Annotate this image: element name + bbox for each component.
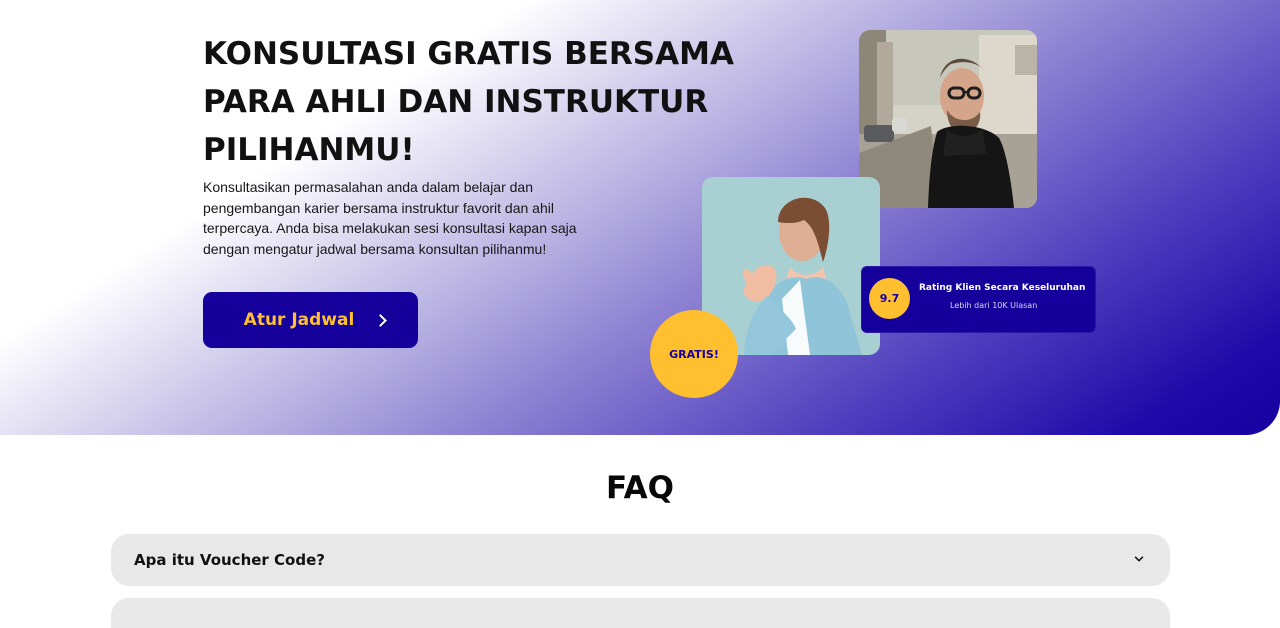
faq-item-voucher-code[interactable]: Apa itu Voucher Code? [111, 534, 1170, 586]
faq-question: Apa itu Voucher Code? [134, 551, 325, 569]
schedule-button[interactable]: Atur Jadwal [203, 292, 418, 348]
hero-section: KONSULTASI GRATIS BERSAMA PARA AHLI DAN … [0, 0, 1280, 435]
faq-title: FAQ [606, 470, 674, 506]
rating-title: Rating Klien Secara Keseluruhan [919, 283, 1086, 293]
chevron-down-icon [1134, 554, 1144, 564]
instructor-photo-image [859, 30, 1037, 208]
rating-card: 9.7 Rating Klien Secara Keseluruhan Lebi… [861, 266, 1096, 333]
instructor-photo [859, 30, 1037, 208]
free-badge: GRATIS! [650, 310, 738, 398]
hero-description: Konsultasikan permasalahan anda dalam be… [203, 179, 577, 257]
schedule-button-label: Atur Jadwal [243, 310, 355, 330]
hero-title: KONSULTASI GRATIS BERSAMA PARA AHLI DAN … [203, 36, 734, 168]
rating-subtitle: Lebih dari 10K Ulasan [950, 301, 1038, 310]
rating-score-badge: 9.7 [869, 278, 910, 319]
faq-item-partial[interactable] [111, 598, 1170, 628]
chevron-right-icon [374, 314, 388, 327]
